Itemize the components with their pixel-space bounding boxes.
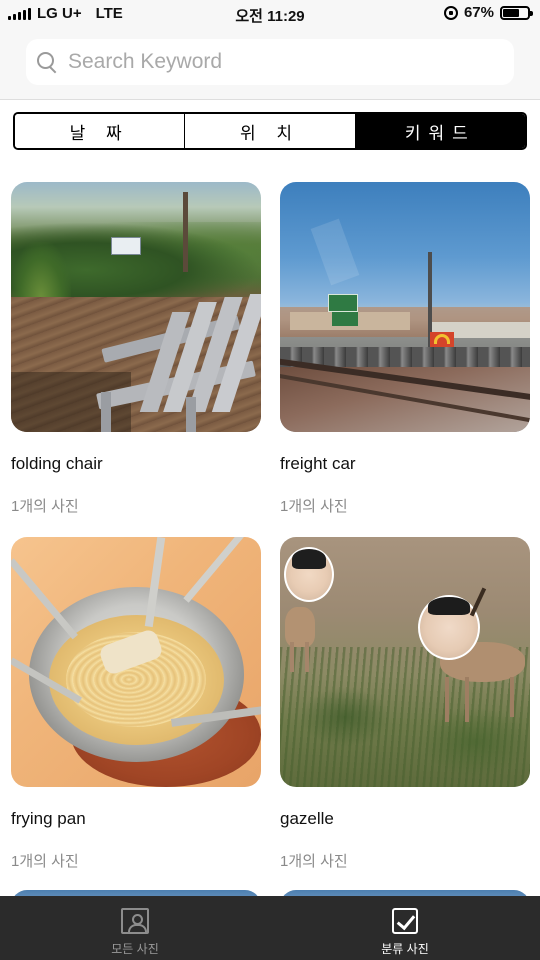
thumbnail-image[interactable] (11, 182, 261, 432)
bottom-tab-bar: 모든 사진 분류 사진 (0, 896, 540, 960)
photo-portrait-icon (121, 908, 149, 934)
search-input[interactable] (68, 50, 488, 74)
checkbox-icon (392, 908, 418, 934)
keyword-label: freight car (280, 454, 356, 473)
segment-location[interactable]: 위 치 (185, 114, 356, 148)
search-icon (36, 51, 58, 73)
photo-count: 1개의 사진 (11, 853, 79, 870)
keyword-label: frying pan (11, 809, 86, 828)
thumbnail-image[interactable] (11, 537, 261, 787)
tab-all-photos[interactable]: 모든 사진 (0, 896, 270, 960)
photo-count: 1개의 사진 (280, 853, 348, 870)
tab-classified-photos[interactable]: 분류 사진 (270, 896, 540, 960)
keyword-label: folding chair (11, 454, 103, 473)
status-right: 67% (443, 4, 533, 21)
status-bar: LG U+ LTE 오전 11:29 67% (0, 0, 540, 28)
battery-icon (500, 5, 533, 20)
battery-level (503, 8, 520, 17)
battery-percent: 67% (463, 4, 494, 21)
segment-date[interactable]: 날 짜 (15, 114, 186, 148)
rotation-lock-icon (443, 5, 458, 20)
thumbnail-image[interactable] (280, 537, 530, 787)
photo-count: 1개의 사진 (11, 498, 79, 515)
tab-label: 분류 사진 (381, 942, 429, 956)
search-header (0, 28, 540, 100)
search-bar[interactable] (26, 39, 514, 85)
keyword-card[interactable]: frying pan 1개의 사진 (11, 537, 261, 870)
segment-keyword[interactable]: 키워드 (355, 114, 525, 148)
keyword-card[interactable]: folding chair 1개의 사진 (11, 182, 261, 515)
thumbnail-image[interactable] (280, 182, 530, 432)
tab-label: 모든 사진 (111, 942, 159, 956)
keyword-card[interactable]: gazelle 1개의 사진 (280, 537, 530, 870)
filter-segmented-control: 날 짜 위 치 키워드 (13, 112, 527, 150)
keyword-card[interactable]: freight car 1개의 사진 (280, 182, 530, 515)
photo-count: 1개의 사진 (280, 498, 348, 515)
keyword-label: gazelle (280, 809, 334, 828)
